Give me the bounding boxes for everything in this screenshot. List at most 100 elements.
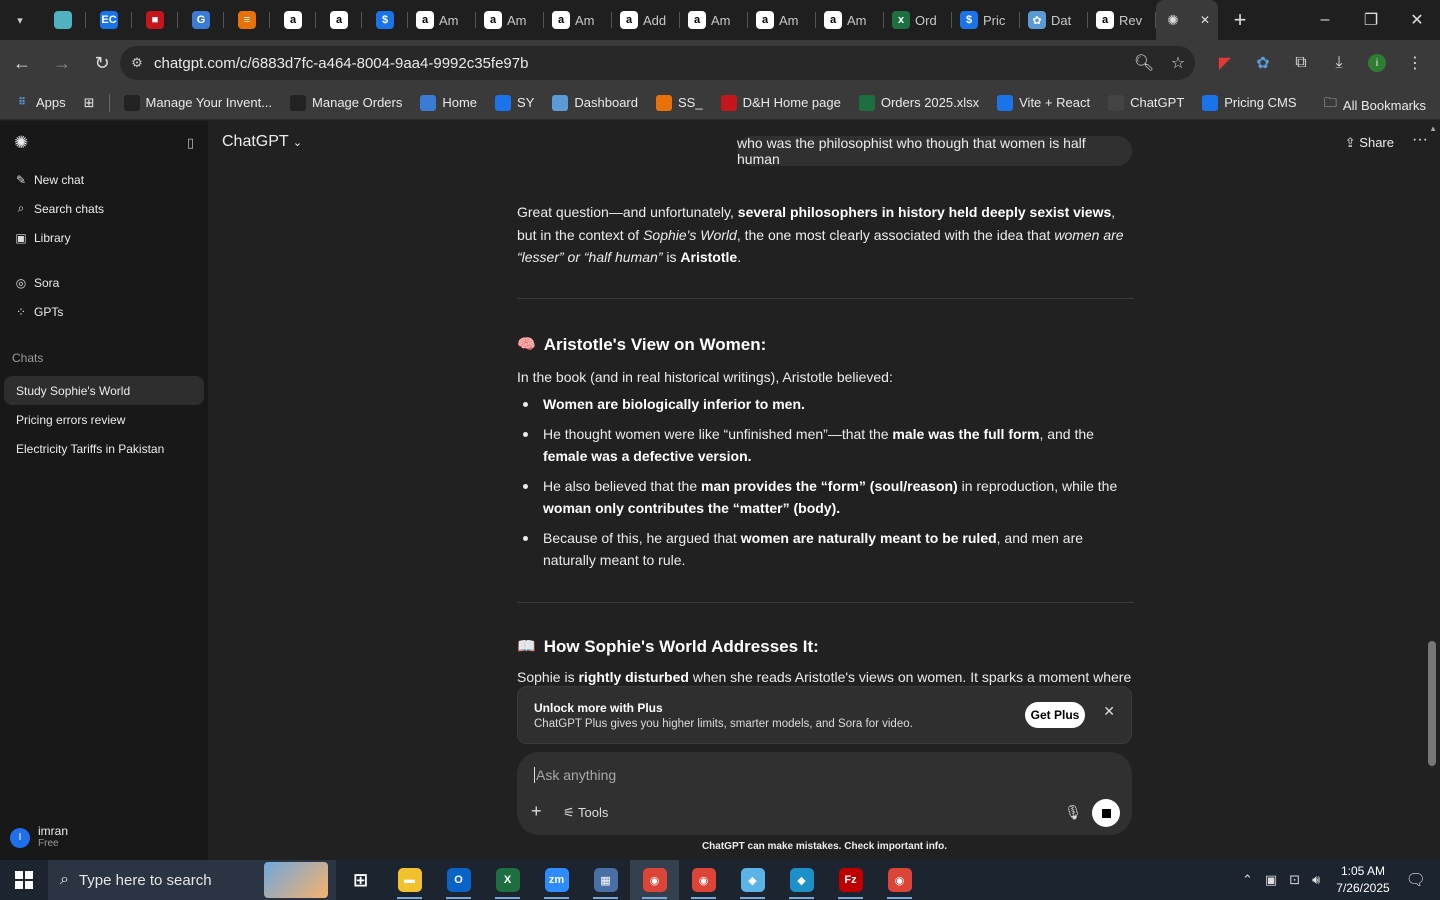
prompt-input[interactable]: Ask anything [534, 767, 616, 783]
bookmark-item[interactable]: ChatGPT [1108, 94, 1184, 111]
library-button[interactable]: ▣ Library [0, 223, 208, 252]
minimize-button[interactable]: – [1302, 0, 1348, 40]
bookmark-apps[interactable]: ⠿ Apps [14, 95, 66, 111]
bookmark-item[interactable]: Home [420, 94, 477, 111]
filezilla-icon: Fz [838, 868, 863, 892]
tab-close-icon[interactable]: ✕ [1200, 13, 1210, 27]
tab-search-button[interactable]: ▾ [0, 0, 40, 40]
browser-tab[interactable]: a Am [544, 0, 612, 40]
sidebar-toggle-icon[interactable]: ▯ [187, 135, 194, 151]
reload-button[interactable]: ↻ [84, 45, 120, 81]
bookmark-item[interactable]: Manage Your Invent... [123, 94, 272, 111]
chat-item-study-sophies-world[interactable]: Study Sophie's World [4, 376, 204, 405]
browser-tab[interactable]: ✿ Dat [1020, 0, 1088, 40]
share-button[interactable]: ⇪ Share [1345, 135, 1394, 151]
bookmark-item[interactable]: D&H Home page [720, 94, 841, 111]
bookmark-item[interactable]: SY [495, 94, 534, 111]
chat-item-electricity-tariffs[interactable]: Electricity Tariffs in Pakistan [4, 434, 204, 463]
taskbar-app-zoom[interactable]: zm [532, 860, 581, 900]
user-profile[interactable]: I imran Free [10, 825, 68, 850]
close-icon[interactable]: ✕ [1103, 703, 1115, 720]
taskbar-app-chrome-profile-3[interactable]: ◉ [875, 860, 924, 900]
start-button[interactable] [0, 860, 48, 900]
search-chats-button[interactable]: ⌕ Search chats [0, 194, 208, 223]
bookmark-label: Manage Orders [312, 95, 403, 110]
taskbar-app-chrome-profile-2[interactable]: ◉ [679, 860, 728, 900]
browser-tab[interactable]: a Am [408, 0, 476, 40]
taskbar-app-calculator[interactable]: ▦ [581, 860, 630, 900]
pdf-extension-icon[interactable]: ◤ [1206, 46, 1244, 80]
restore-button[interactable]: ❐ [1348, 0, 1394, 40]
zoom-icon[interactable]: 🔍︎ [1127, 53, 1161, 73]
browser-tab[interactable]: a [316, 0, 362, 40]
bookmark-item[interactable]: Vite + React [997, 94, 1090, 111]
notification-icon[interactable]: 🗨︎ [1406, 870, 1426, 890]
browser-tab[interactable]: a Am [680, 0, 748, 40]
address-bar[interactable]: ⚙ chatgpt.com/c/6883d7fc-a464-8004-9aa4-… [120, 46, 1195, 80]
browser-tab[interactable] [40, 0, 86, 40]
browser-tab[interactable]: EC [86, 0, 132, 40]
taskbar-app-notes-app[interactable]: ◆ [728, 860, 777, 900]
menu-kebab-icon[interactable]: ⋮ [1396, 46, 1434, 80]
browser-tab[interactable]: G [178, 0, 224, 40]
site-settings-icon[interactable]: ⚙ [120, 55, 154, 71]
taskbar-search[interactable]: ⌕ Type here to search [48, 860, 336, 900]
browser-tab[interactable]: x Ord [884, 0, 952, 40]
browser-tab[interactable]: $ [362, 0, 408, 40]
taskbar-app-task-view[interactable]: ⊞ [336, 860, 385, 900]
close-window-button[interactable]: ✕ [1394, 0, 1440, 40]
gpts-button[interactable]: ⁘ GPTs [0, 297, 208, 326]
taskbar-app-filezilla[interactable]: Fz [826, 860, 875, 900]
browser-tab[interactable]: ■ [132, 0, 178, 40]
bookmark-item[interactable]: Pricing CMS [1202, 94, 1297, 111]
forward-button[interactable]: → [44, 45, 80, 81]
add-attachment-button[interactable]: + [531, 801, 542, 822]
taskbar-app-excel[interactable]: X [483, 860, 532, 900]
volume-icon[interactable]: 🔊︎ [1312, 872, 1320, 888]
bookmark-star-icon[interactable]: ☆ [1161, 53, 1195, 73]
tab-groups-icon[interactable]: ⊞ [84, 95, 95, 111]
bookmark-item[interactable]: Dashboard [552, 94, 638, 111]
network-icon[interactable]: ⊡ [1289, 872, 1300, 888]
browser-tab[interactable]: $ Pric [952, 0, 1020, 40]
bookmark-item[interactable]: Manage Orders [290, 94, 403, 111]
new-chat-button[interactable]: ✎ New chat [0, 165, 208, 194]
taskbar-app-outlook[interactable]: O [434, 860, 483, 900]
model-selector[interactable]: ChatGPT ⌄ [222, 133, 302, 151]
get-plus-button[interactable]: Get Plus [1025, 702, 1085, 728]
all-bookmarks-button[interactable]: 🗀 All Bookmarks [1324, 94, 1426, 116]
browser-tab[interactable]: a Am [476, 0, 544, 40]
sidebar-header: ✺ ▯ [0, 121, 208, 165]
scrollbar-thumb[interactable] [1428, 641, 1436, 766]
browser-tab[interactable]: ≡ [224, 0, 270, 40]
bookmark-item[interactable]: SS_ [656, 94, 703, 111]
more-options-button[interactable]: ··· [1412, 131, 1428, 149]
security-icon[interactable]: ▣ [1265, 872, 1277, 888]
stop-button[interactable] [1092, 799, 1120, 827]
browser-tab[interactable]: a Rev [1088, 0, 1156, 40]
chevron-up-icon[interactable]: ⌃ [1242, 872, 1253, 888]
url-text[interactable]: chatgpt.com/c/6883d7fc-a464-8004-9aa4-99… [154, 55, 1127, 72]
extension-icon-blue[interactable]: ✿ [1244, 46, 1282, 80]
profile-icon[interactable]: i [1358, 46, 1396, 80]
browser-tab[interactable]: a Am [748, 0, 816, 40]
bookmark-item[interactable]: Orders 2025.xlsx [858, 94, 979, 111]
taskbar-app-file-explorer[interactable]: ▬ [385, 860, 434, 900]
clock[interactable]: 1:05 AM 7/26/2025 [1336, 863, 1389, 897]
new-tab-button[interactable]: + [1224, 4, 1256, 36]
browser-tab[interactable]: a Add [612, 0, 680, 40]
taskbar-app-vpn-app[interactable]: ◆ [777, 860, 826, 900]
microphone-icon[interactable]: 🎙︎ [1064, 804, 1082, 821]
sora-button[interactable]: ◎ Sora [0, 268, 208, 297]
browser-tab-active[interactable]: ✺ ✕ [1156, 0, 1218, 40]
tools-button[interactable]: ⚟ Tools [563, 805, 608, 821]
extensions-puzzle-icon[interactable]: ⧉ [1282, 46, 1320, 80]
openai-logo-icon[interactable]: ✺ [14, 133, 28, 153]
scroll-up-icon[interactable]: ▲ [1429, 124, 1437, 133]
browser-tab[interactable]: a Am [816, 0, 884, 40]
back-button[interactable]: ← [4, 45, 40, 81]
taskbar-app-chrome[interactable]: ◉ [630, 860, 679, 900]
download-icon[interactable]: ⤓ [1320, 46, 1358, 80]
chat-item-pricing-errors[interactable]: Pricing errors review [4, 405, 204, 434]
browser-tab[interactable]: a [270, 0, 316, 40]
